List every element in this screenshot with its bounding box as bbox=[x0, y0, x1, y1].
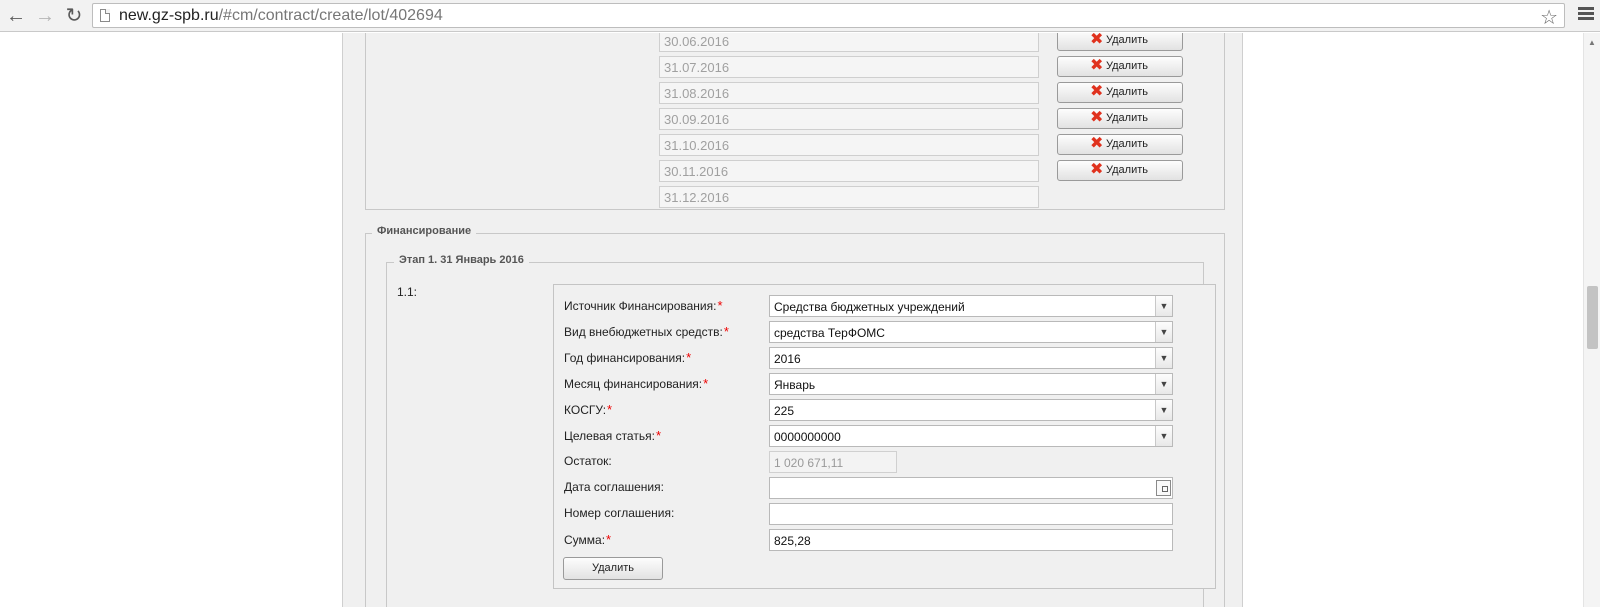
date-field[interactable]: 30.11.2016 bbox=[659, 160, 1039, 182]
source-label: Источник Финансирования:* bbox=[564, 298, 723, 313]
date-field[interactable]: 30.06.2016 bbox=[659, 33, 1039, 52]
delete-financing-button[interactable]: Удалить bbox=[563, 557, 663, 580]
date-field[interactable]: 31.08.2016 bbox=[659, 82, 1039, 104]
date-field[interactable]: 31.07.2016 bbox=[659, 56, 1039, 78]
remainder-field: 1 020 671,11 bbox=[769, 451, 897, 473]
year-label: Год финансирования:* bbox=[564, 350, 692, 365]
menu-icon[interactable] bbox=[1578, 7, 1594, 21]
delete-x-icon: ✖ bbox=[1090, 57, 1104, 74]
vertical-scrollbar[interactable]: ▲ bbox=[1583, 33, 1600, 607]
kosgu-select[interactable]: 225 ▼ bbox=[769, 399, 1173, 421]
delete-x-icon: ✖ bbox=[1090, 33, 1104, 48]
delete-x-icon: ✖ bbox=[1090, 109, 1104, 126]
chevron-down-icon: ▼ bbox=[1155, 426, 1172, 446]
reload-icon[interactable]: ↻ bbox=[62, 4, 86, 28]
calendar-icon[interactable] bbox=[1156, 480, 1171, 496]
delete-x-icon: ✖ bbox=[1090, 161, 1104, 178]
address-bar[interactable]: new.gz-spb.ru/#cm/contract/create/lot/40… bbox=[92, 3, 1565, 30]
agreement-date-label: Дата соглашения: bbox=[564, 480, 664, 494]
chevron-down-icon: ▼ bbox=[1155, 322, 1172, 342]
amount-field[interactable]: 825,28 bbox=[769, 529, 1173, 551]
url-text: new.gz-spb.ru/#cm/contract/create/lot/40… bbox=[119, 7, 443, 24]
browser-toolbar: ← → ↻ new.gz-spb.ru/#cm/contract/create/… bbox=[0, 0, 1600, 32]
target-article-label: Целевая статья:* bbox=[564, 428, 661, 443]
delete-x-icon: ✖ bbox=[1090, 83, 1104, 100]
chevron-down-icon: ▼ bbox=[1155, 374, 1172, 394]
month-label: Месяц финансирования:* bbox=[564, 376, 709, 391]
date-field[interactable]: 31.10.2016 bbox=[659, 134, 1039, 156]
chevron-down-icon: ▼ bbox=[1155, 348, 1172, 368]
scroll-up-arrow-icon[interactable]: ▲ bbox=[1588, 38, 1596, 47]
bookmark-star-icon[interactable]: ☆ bbox=[1540, 5, 1558, 30]
month-select[interactable]: Январь ▼ bbox=[769, 373, 1173, 395]
delete-date-button[interactable]: ✖ Удалить bbox=[1057, 160, 1183, 181]
agreement-number-field[interactable] bbox=[769, 503, 1173, 525]
date-field[interactable]: 31.12.2016 bbox=[659, 186, 1039, 208]
delete-date-button[interactable]: ✖ Удалить bbox=[1057, 108, 1183, 129]
delete-x-icon: ✖ bbox=[1090, 135, 1104, 152]
offbudget-type-select[interactable]: средства ТерФОМС ▼ bbox=[769, 321, 1173, 343]
delete-date-button[interactable]: ✖ Удалить bbox=[1057, 82, 1183, 103]
agreement-date-field[interactable] bbox=[769, 477, 1173, 499]
financing-legend: Финансирование bbox=[372, 225, 477, 237]
amount-label: Сумма:* bbox=[564, 532, 612, 547]
offbudget-type-label: Вид внебюджетных средств:* bbox=[564, 324, 729, 339]
source-select[interactable]: Средства бюджетных учреждений ▼ bbox=[769, 295, 1173, 317]
delete-date-button[interactable]: ✖ Удалить bbox=[1057, 134, 1183, 155]
remainder-label: Остаток: bbox=[564, 454, 612, 468]
chevron-down-icon: ▼ bbox=[1155, 400, 1172, 420]
forward-arrow-icon[interactable]: → bbox=[33, 4, 57, 28]
scrollbar-thumb[interactable] bbox=[1587, 286, 1598, 349]
stage-legend: Этап 1. 31 Январь 2016 bbox=[394, 254, 529, 266]
agreement-number-label: Номер соглашения: bbox=[564, 506, 675, 520]
back-arrow-icon[interactable]: ← bbox=[4, 4, 28, 28]
year-select[interactable]: 2016 ▼ bbox=[769, 347, 1173, 369]
financing-form-box: Источник Финансирования:* Средства бюдже… bbox=[553, 284, 1216, 589]
date-field[interactable]: 30.09.2016 bbox=[659, 108, 1039, 130]
target-article-select[interactable]: 0000000000 ▼ bbox=[769, 425, 1173, 447]
chevron-down-icon: ▼ bbox=[1155, 296, 1172, 316]
delete-date-button[interactable]: ✖ Удалить bbox=[1057, 56, 1183, 77]
page-viewport: 30.06.2016 ✖ Удалить 31.07.2016 ✖ Удалить … bbox=[0, 33, 1583, 607]
item-number: 1.1: bbox=[397, 285, 418, 299]
kosgu-label: КОСГУ:* bbox=[564, 402, 613, 417]
delete-date-button[interactable]: ✖ Удалить bbox=[1057, 33, 1183, 51]
page-icon bbox=[100, 9, 110, 22]
